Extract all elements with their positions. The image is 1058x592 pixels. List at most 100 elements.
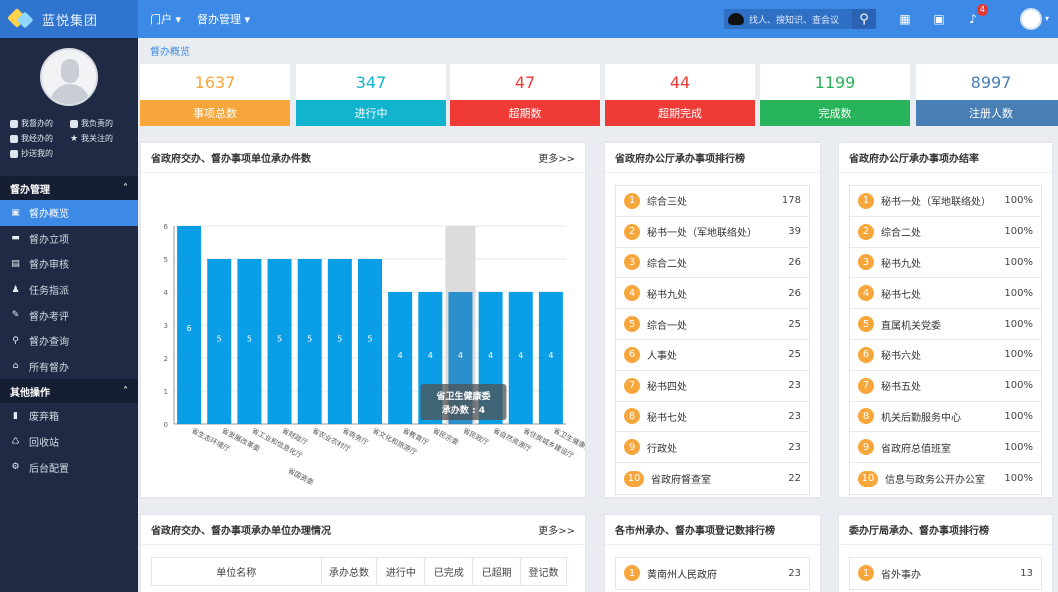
menu-item-assign[interactable]: ♟ 任务指派 [0,277,138,303]
search-input[interactable]: 找人、搜知识、查会议 [749,13,852,26]
quick-link[interactable]: 我负责的 [70,118,130,129]
search-icon: ⚲ [859,11,869,27]
item-value: 100% [1004,226,1033,238]
search-box[interactable]: 找人、搜知识、查会议 ⚲ [724,9,876,29]
list-item[interactable]: 9 行政处 23 [616,432,809,464]
column-header[interactable]: 登记数 [520,557,567,586]
data-label: 4 [398,351,403,360]
list-item[interactable]: 5 直属机关党委 100% [850,309,1041,340]
menu-item-config[interactable]: ⚙ 后台配置 [0,454,138,480]
assign-icon: ♟ [11,284,20,295]
tooltip-value: 承办数 : 4 [442,404,485,416]
list-item[interactable]: 8 秘书七处 23 [616,402,809,433]
item-name: 省政府督查室 [651,475,711,487]
list-item[interactable]: 7 秘书五处 100% [850,371,1041,402]
column-header[interactable]: 已完成 [424,557,474,586]
rank-badge: 7 [858,377,874,394]
item-value: 23 [788,441,801,453]
list-item[interactable]: 10 信息与政务公开办公室 100% [850,463,1041,494]
stat-card[interactable]: 1199 完成数 [760,64,910,126]
column-header[interactable]: 已超期 [472,557,522,586]
list-item[interactable]: 5 综合一处 25 [616,309,809,340]
menu-section-header[interactable]: 督办管理 ˄ [0,176,138,200]
y-tick-label: 4 [164,289,169,297]
logo[interactable]: 蓝悦集团 [0,0,138,38]
rank-badge: 7 [624,377,640,394]
stat-value: 8997 [970,72,1012,92]
user-avatar[interactable] [1020,8,1042,30]
column-header[interactable]: 进行中 [376,557,426,586]
quick-link[interactable]: 我督办的 [10,118,70,129]
trash-icon: ▮ [13,410,18,421]
cat-icon [728,13,744,25]
menu-item-recycle[interactable]: ♺ 回收站 [0,429,138,455]
more-link[interactable]: 更多>> [538,522,575,537]
rank-badge: 2 [858,223,874,240]
section-title: 其他操作 [10,387,50,399]
list-item[interactable]: 7 秘书四处 23 [616,371,809,402]
chart-panel: 省政府交办、督办事项单位承办件数 更多>> 0 1 2 3 4 5 6 6 省生态环境厅 5 省发展… [140,142,593,498]
y-tick-label: 0 [164,421,168,429]
logo-mark-icon [10,11,34,27]
list-item[interactable]: 2 综合二处 100% [850,217,1041,248]
list-item[interactable]: 4 秘书九处 26 [616,278,809,310]
menu-item-query[interactable]: ⚲ 督办查询 [0,328,138,354]
list-item[interactable]: 1 黄南州人民政府 23 [616,558,809,589]
menu-item-trash[interactable]: ▮ 废弃箱 [0,403,138,429]
column-header[interactable]: 承办总数 [320,557,378,586]
stat-card[interactable]: 347 进行中 [296,64,446,126]
quick-links: 我督办的 我负责的 我经办的 ★ 我关注的 抄送我的 [10,118,138,159]
quick-link[interactable]: 我经办的 [10,133,70,144]
list-item[interactable]: 1 综合三处 178 [616,186,809,217]
menu-item-create[interactable]: ▬ 督办立项 [0,226,138,252]
data-label: 4 [548,351,553,360]
column-header[interactable]: 单位名称 [151,557,322,586]
person-icon [10,119,18,128]
list-item[interactable]: 9 省政府总值班室 100% [850,432,1041,464]
list-item[interactable]: 4 秘书七处 100% [850,278,1041,310]
quick-link[interactable]: 抄送我的 [10,148,70,159]
data-label: 5 [217,335,222,344]
y-tick-label: 3 [164,322,168,330]
list-item[interactable]: 1 省外事办 13 [850,558,1041,589]
menu-item-all[interactable]: ⌂ 所有督办 [0,354,138,380]
menu-item-evaluate[interactable]: ✎ 督办考评 [0,302,138,328]
list-item[interactable]: 3 综合二处 26 [616,248,809,279]
stat-card[interactable]: 47 超期数 [450,64,600,126]
panel-header: 省政府办公厅承办事项排行榜 [605,143,820,173]
list-item[interactable]: 6 人事处 25 [616,340,809,371]
more-link[interactable]: 更多>> [538,150,575,165]
breadcrumb-label[interactable]: 督办概览 [150,43,190,58]
ranking-list: 1 综合三处 178 2 秘书一处（军地联络处） 39 3 综合二处 26 4 秘书九处 26 5 综合一… [615,185,810,495]
data-label: 5 [307,335,312,344]
stat-card[interactable]: 1637 事项总数 [140,64,290,126]
gear-icon: ⚙ [11,462,20,473]
menu-item-label: 督办概览 [29,209,69,221]
rank-badge: 9 [624,439,640,456]
menu-item-audit[interactable]: ▤ 督办审核 [0,251,138,277]
chevron-down-icon[interactable]: ▾ [1045,14,1049,23]
search-button[interactable]: ⚲ [852,9,876,29]
menu-section-header[interactable]: 其他操作 ˄ [0,379,138,404]
list-item[interactable]: 6 秘书六处 100% [850,340,1041,371]
data-label: 4 [458,351,463,360]
list-item[interactable]: 3 秘书九处 100% [850,248,1041,279]
list-item[interactable]: 1 秘书一处（军地联络处） 100% [850,186,1041,217]
profile-avatar[interactable] [40,48,98,106]
building-icon[interactable]: ▦ [896,11,914,27]
quick-link[interactable]: ★ 我关注的 [70,133,130,144]
stat-value: 47 [514,72,536,92]
list-item[interactable]: 2 秘书一处（军地联络处） 39 [616,217,809,248]
list-item[interactable]: 10 省政府督查室 22 [616,463,809,494]
menu-item-overview[interactable]: ▣ 督办概览 [0,200,138,226]
calendar-icon[interactable]: ▣ [930,11,948,27]
profile: 我督办的 我负责的 我经办的 ★ 我关注的 抄送我的 [0,38,138,176]
stat-card[interactable]: 8997 注册人数 [916,64,1058,126]
item-name: 秘书九处 [647,289,687,301]
stat-card[interactable]: 44 超期完成 [605,64,755,126]
nav-portal[interactable]: 门户 ▾ [150,11,181,27]
nav-supervision[interactable]: 督办管理 ▾ [197,11,250,27]
item-name: 秘书九处 [881,258,921,270]
list-item[interactable]: 8 机关后勤服务中心 100% [850,402,1041,433]
bell-icon[interactable]: ♪ 4 [964,4,988,27]
